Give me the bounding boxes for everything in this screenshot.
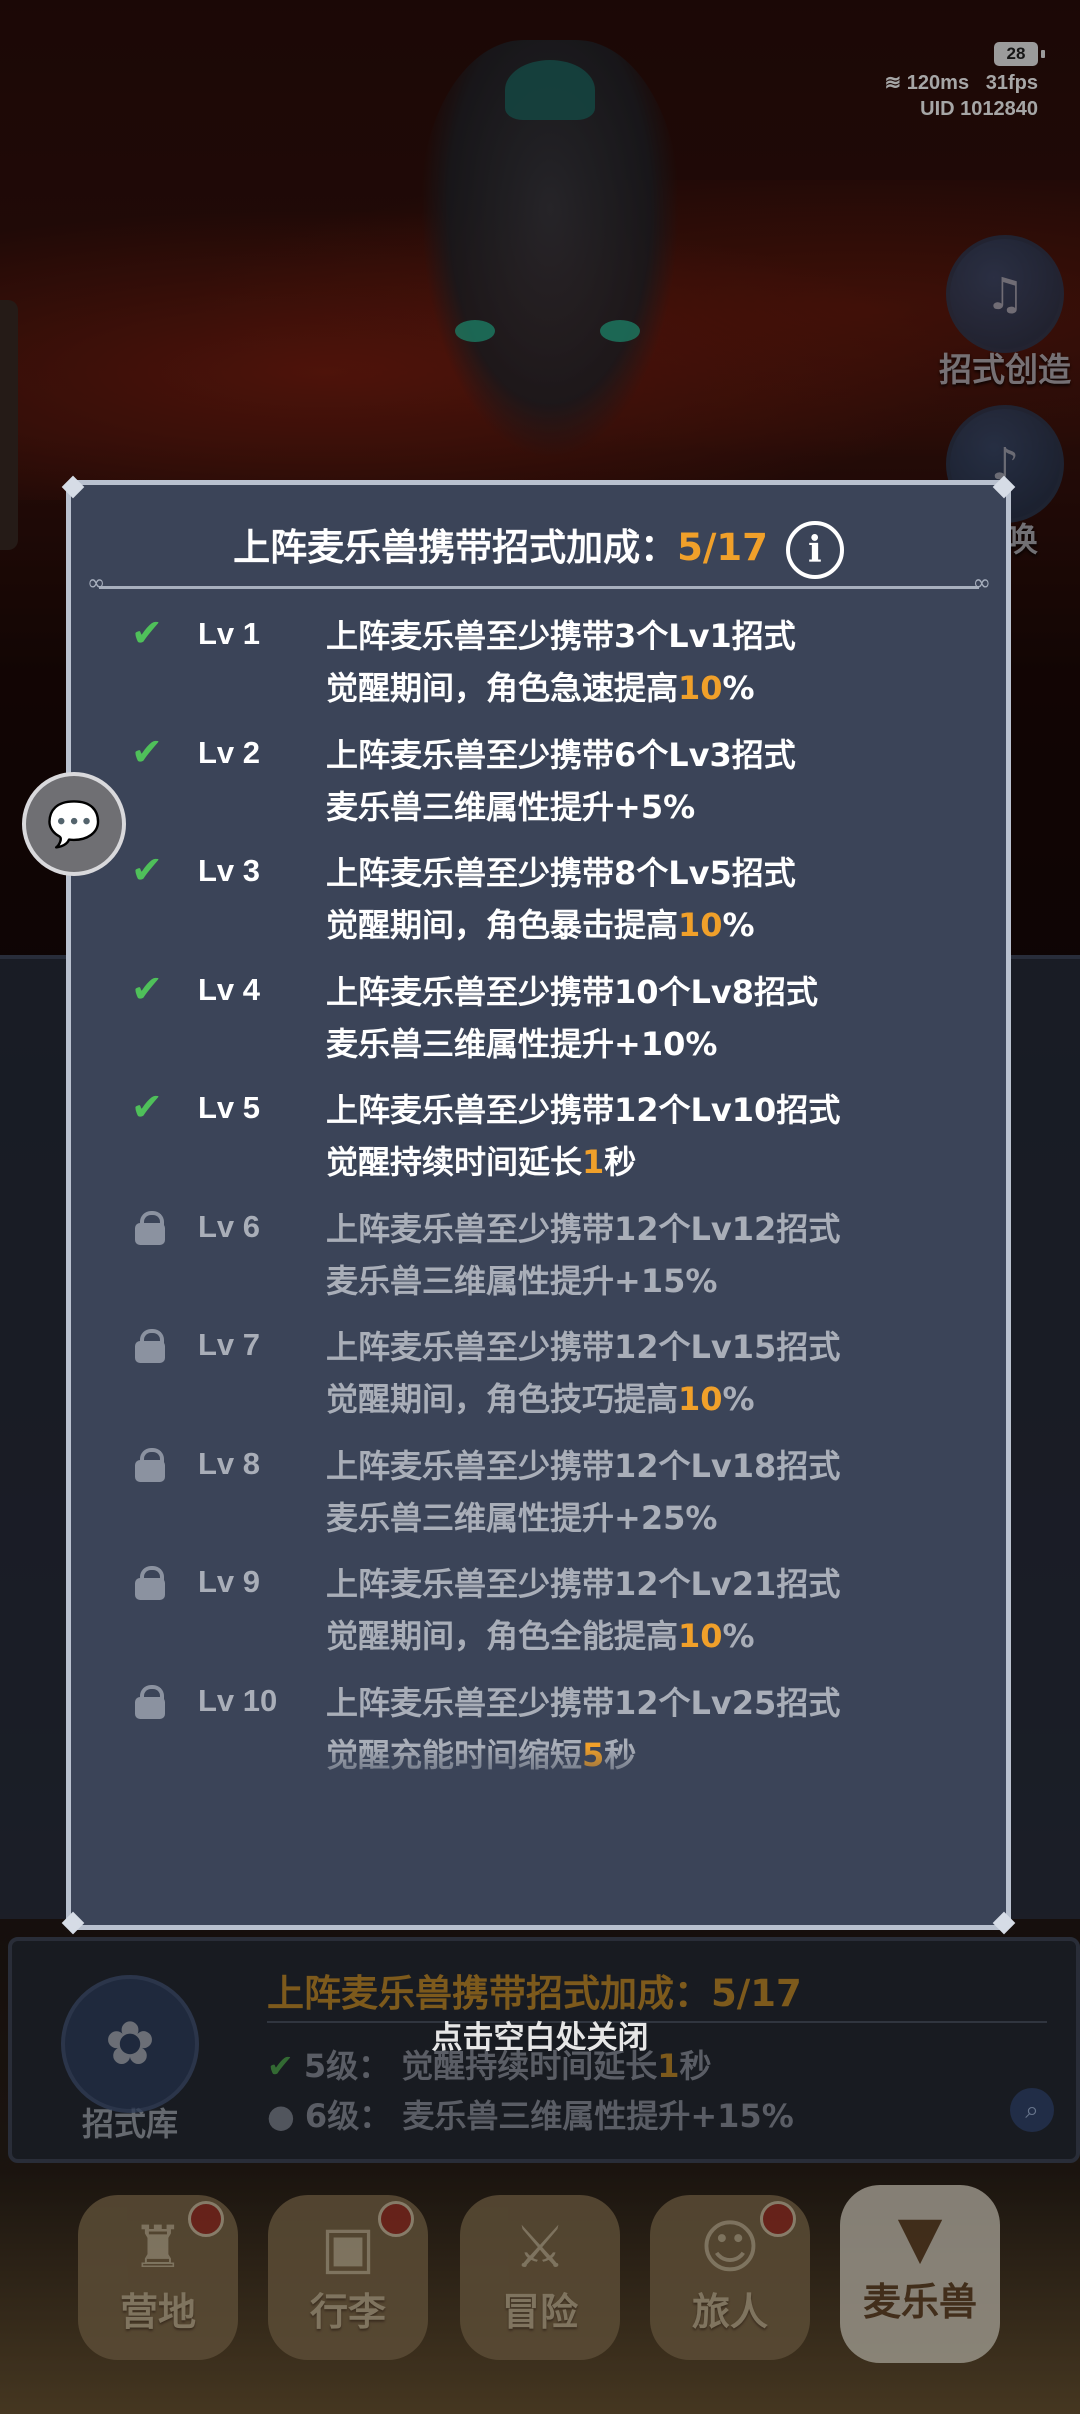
- level-effect: 觉醒期间，角色急速提高10%: [326, 662, 755, 714]
- effect-text: 麦乐兽三维属性提升+5%: [326, 787, 696, 826]
- level-requirement: 上阵麦乐兽至少携带12个Lv10招式: [326, 1091, 841, 1129]
- lock-icon: [135, 1329, 165, 1363]
- level-row: Lv 6 上阵麦乐兽至少携带12个Lv12招式 麦乐兽三维属性提升+15%: [71, 1203, 1006, 1322]
- modal-progress: 5/17: [677, 526, 768, 569]
- level-requirement: 上阵麦乐兽至少携带12个Lv21招式: [326, 1565, 841, 1603]
- check-icon: ✔: [131, 966, 163, 1011]
- level-effect: 觉醒持续时间延长1秒: [326, 1136, 636, 1188]
- title-divider: [87, 571, 991, 596]
- info-icon[interactable]: i: [785, 520, 844, 579]
- level-effect: 麦乐兽三维属性提升+15%: [326, 1255, 717, 1307]
- level-effect: 觉醒期间，角色暴击提高10%: [326, 899, 755, 951]
- lock-icon: [135, 1566, 165, 1600]
- level-label: Lv 6: [198, 1208, 261, 1244]
- level-label: Lv 9: [198, 1564, 261, 1599]
- level-label: Lv 2: [198, 734, 261, 770]
- level-row: Lv 7 上阵麦乐兽至少携带12个Lv15招式 觉醒期间，角色技巧提高10%: [71, 1321, 1006, 1440]
- skill-bonus-modal: 上阵麦乐兽携带招式加成：5/17i ✔Lv 1上阵麦乐兽至少携带3个Lv1招式觉…: [61, 475, 1016, 1935]
- level-requirement: 上阵麦乐兽至少携带12个Lv18招式: [326, 1446, 841, 1485]
- chat-button[interactable]: 💬: [22, 772, 126, 876]
- level-effect: 觉醒期间，角色技巧提高10%: [326, 1373, 755, 1425]
- modal-title-text: 上阵麦乐兽携带招式加成：: [233, 526, 678, 569]
- level-label: Lv 7: [198, 1327, 261, 1362]
- effect-highlight: 10: [678, 669, 723, 707]
- effect-highlight: 10: [678, 1617, 723, 1655]
- level-row: ✔ Lv 4 上阵麦乐兽至少携带10个Lv8招式 麦乐兽三维属性提升+10%: [71, 966, 1006, 1085]
- effect-text: 觉醒期间，角色暴击提高: [326, 906, 679, 944]
- effect-highlight: 1: [582, 1143, 605, 1181]
- modal-title: 上阵麦乐兽携带招式加成：5/17 i: [71, 517, 1006, 579]
- effect-suffix: %: [722, 1380, 755, 1418]
- effect-text: 麦乐兽三维属性提升+15%: [326, 1261, 718, 1300]
- effect-suffix: %: [722, 669, 755, 707]
- level-effect: 麦乐兽三维属性提升+10%: [326, 1018, 717, 1070]
- effect-suffix: %: [722, 906, 755, 944]
- level-row: ✔ Lv 5 上阵麦乐兽至少携带12个Lv10招式 觉醒持续时间延长1秒: [71, 1084, 1006, 1203]
- level-row: ✔ Lv 2 上阵麦乐兽至少携带6个Lv3招式 麦乐兽三维属性提升+5%: [71, 729, 1006, 848]
- effect-text: 觉醒期间，角色全能提高: [326, 1617, 679, 1655]
- effect-highlight: 10: [678, 906, 723, 944]
- level-label: Lv 8: [198, 1445, 261, 1481]
- level-label: Lv 10: [198, 1682, 278, 1718]
- list-fade: [71, 1747, 1006, 1807]
- lock-icon: [135, 1210, 165, 1245]
- effect-text: 觉醒期间，角色急速提高: [326, 669, 679, 707]
- effect-text: 麦乐兽三维属性提升+25%: [326, 1498, 718, 1537]
- level-requirement: 上阵麦乐兽至少携带10个Lv8招式: [326, 972, 819, 1011]
- level-effect: 麦乐兽三维属性提升+25%: [326, 1492, 717, 1544]
- level-requirement: 上阵麦乐兽至少携带12个Lv15招式: [326, 1328, 841, 1366]
- level-row: Lv 9 上阵麦乐兽至少携带12个Lv21招式 觉醒期间，角色全能提高10%: [71, 1558, 1006, 1677]
- effect-text: 觉醒持续时间延长: [326, 1143, 583, 1181]
- level-label: Lv 3: [198, 853, 261, 888]
- level-list[interactable]: ✔ Lv 1 上阵麦乐兽至少携带3个Lv1招式 觉醒期间，角色急速提高10% ✔ Lv 2…: [71, 610, 1006, 1802]
- level-label: Lv 4: [198, 971, 261, 1007]
- level-requirement: 上阵麦乐兽至少携带12个Lv12招式: [326, 1209, 841, 1248]
- level-label: Lv 5: [198, 1090, 261, 1125]
- level-row: ✔ Lv 3 上阵麦乐兽至少携带8个Lv5招式 觉醒期间，角色暴击提高10%: [71, 847, 1006, 966]
- lock-icon: [135, 1684, 165, 1719]
- check-icon: ✔: [131, 611, 163, 655]
- effect-suffix: %: [722, 1617, 755, 1655]
- level-requirement: 上阵麦乐兽至少携带12个Lv25招式: [326, 1683, 841, 1722]
- effect-text: 麦乐兽三维属性提升+10%: [326, 1024, 718, 1063]
- close-hint[interactable]: 点击空白处关闭: [0, 2012, 1080, 2057]
- level-requirement: 上阵麦乐兽至少携带8个Lv5招式: [326, 854, 796, 892]
- check-icon: ✔: [131, 848, 163, 892]
- check-icon: ✔: [131, 729, 163, 774]
- lock-icon: [135, 1447, 165, 1482]
- level-effect: 觉醒期间，角色全能提高10%: [326, 1610, 755, 1662]
- level-label: Lv 1: [198, 616, 261, 651]
- chat-bubbles-icon: 💬: [46, 799, 102, 850]
- level-row: ✔ Lv 1 上阵麦乐兽至少携带3个Lv1招式 觉醒期间，角色急速提高10%: [71, 610, 1006, 729]
- level-effect: 麦乐兽三维属性提升+5%: [326, 781, 695, 833]
- effect-text: 觉醒期间，角色技巧提高: [326, 1380, 679, 1418]
- level-requirement: 上阵麦乐兽至少携带6个Lv3招式: [326, 735, 796, 774]
- level-row: Lv 8 上阵麦乐兽至少携带12个Lv18招式 麦乐兽三维属性提升+25%: [71, 1440, 1006, 1559]
- check-icon: ✔: [131, 1085, 163, 1129]
- effect-highlight: 10: [678, 1380, 723, 1418]
- effect-suffix: 秒: [604, 1143, 637, 1181]
- level-requirement: 上阵麦乐兽至少携带3个Lv1招式: [326, 617, 796, 655]
